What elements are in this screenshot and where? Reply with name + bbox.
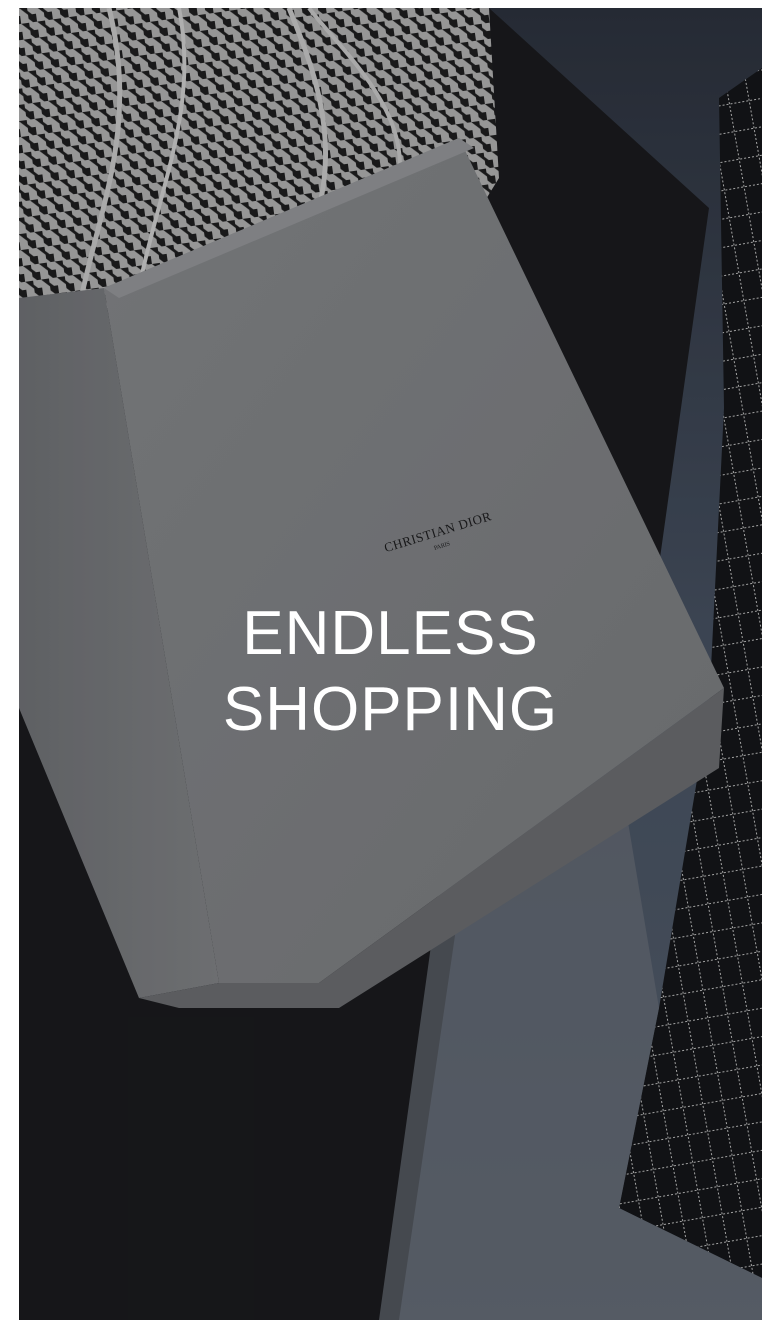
splash-screen: CHRISTIAN DIOR PARIS ENDLESS SHOPPING <box>19 8 762 1320</box>
hero-headline-line-1: ENDLESS <box>242 599 539 668</box>
hero-headline-line-2: SHOPPING <box>222 675 559 744</box>
hero-headline: ENDLESS SHOPPING <box>19 596 762 748</box>
